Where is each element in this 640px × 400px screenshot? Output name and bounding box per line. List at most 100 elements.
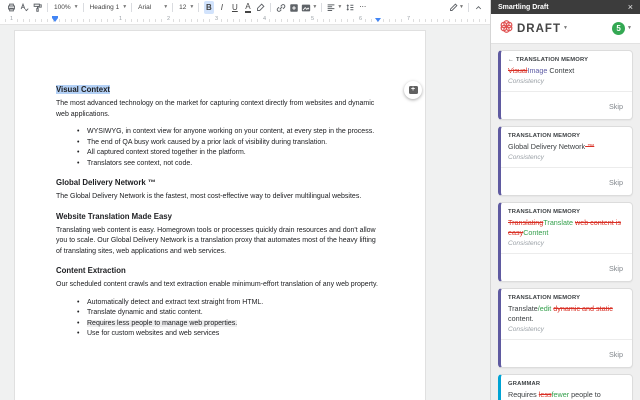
paragraph-style-select[interactable]: Heading 1 ▼ [87, 1, 129, 14]
document-canvas: Visual Context The most advanced technolo… [0, 25, 490, 400]
doc-heading: Website Translation Made Easy [56, 212, 381, 221]
collapse-toolbar-button[interactable] [472, 1, 485, 14]
back-arrow-icon: ← [508, 57, 514, 63]
doc-bullet-item: Requires less people to manage web prope… [77, 319, 381, 330]
app-window: 100% ▼ Heading 1 ▼ Arial ▼ 12 ▼ B I U A [0, 0, 640, 400]
spell-check-button[interactable] [18, 1, 31, 14]
ruler-number: 7 [405, 16, 413, 22]
text-segment: Translators see context, not code. [87, 159, 193, 167]
font-select[interactable]: Arial ▼ [135, 1, 169, 14]
image-icon [301, 3, 311, 13]
suggestion-card[interactable]: ← TRANSLATION MEMORY VisualImage Context Co… [498, 50, 633, 120]
close-icon[interactable]: × [628, 2, 633, 12]
doc-bullet-item: Automatically detect and extract text st… [77, 298, 381, 309]
text-segment: content. [508, 314, 534, 324]
doc-bullet-item: Translators see context, not code. [77, 159, 381, 170]
suggestion-category: TRANSLATION MEMORY [508, 132, 581, 139]
left-margin-marker[interactable] [52, 18, 58, 25]
skip-button[interactable]: Skip [609, 178, 623, 187]
line-spacing-button[interactable] [343, 1, 356, 14]
suggestion-note: Consistency [508, 240, 544, 248]
suggestion-card[interactable]: TRANSLATION MEMORY TranslatingTranslate w… [498, 201, 633, 282]
document-page[interactable]: Visual Context The most advanced technolo… [14, 30, 426, 400]
ruler-number: 3 [213, 16, 221, 22]
smartling-sidebar: Smartling Draft × DRAFT ▼ 5 ▼ ← TRANSLATI… [490, 0, 640, 400]
text-color-button[interactable]: A [241, 1, 254, 14]
doc-bullet-list: Automatically detect and extract text st… [56, 298, 381, 340]
italic-icon: I [220, 3, 223, 12]
more-options-button[interactable]: ⋯ [356, 1, 369, 14]
skip-button[interactable]: Skip [609, 102, 623, 111]
chevron-down-icon: ▼ [459, 4, 464, 10]
doc-heading: Visual Context [56, 85, 381, 94]
chevron-down-icon: ▼ [312, 4, 318, 10]
suggestion-text: Global Delivery Network ™ [508, 142, 625, 152]
suggestion-category: GRAMMAR [508, 381, 541, 388]
suggestion-category: TRANSLATION MEMORY [508, 294, 581, 301]
bold-button[interactable]: B [202, 1, 215, 14]
text-segment: Translate dynamic and static content. [87, 309, 203, 316]
editing-mode-button[interactable]: ▼ [448, 1, 465, 14]
paint-format-button[interactable] [31, 1, 44, 14]
ruler-number: 1 [8, 16, 16, 22]
text-segment: All captured context stored together in … [87, 149, 246, 156]
line-spacing-icon [345, 3, 355, 12]
ruler-number: 1 [117, 16, 125, 22]
suggestion-card[interactable]: TRANSLATION MEMORY Translate/edit dynamic… [498, 287, 633, 369]
underline-button[interactable]: U [228, 1, 241, 14]
align-button[interactable]: ▼ [325, 1, 343, 14]
doc-paragraph: The most advanced technology on the mark… [56, 99, 381, 120]
suggestion-footer: Skip [501, 90, 632, 119]
zoom-select[interactable]: 100% ▼ [51, 1, 80, 14]
paragraph-style-value: Heading 1 [89, 4, 120, 11]
font-value: Arial [138, 4, 152, 11]
text-segment: ™ [585, 141, 595, 151]
suggestion-text: TranslatingTranslate web content is easy… [508, 218, 625, 238]
text-segment: Content [523, 228, 549, 238]
toolbar-divider [131, 3, 133, 12]
italic-button[interactable]: I [215, 1, 228, 14]
suggestion-card[interactable]: GRAMMAR Requires lessfewer people to mana… [498, 374, 633, 400]
chevron-down-icon: ▼ [122, 4, 128, 10]
font-size-value: 12 [179, 4, 187, 11]
doc-paragraph: The Global Delivery Network is the faste… [56, 192, 381, 203]
paint-format-icon [33, 3, 42, 12]
suggestion-category: TRANSLATION MEMORY [508, 208, 581, 215]
text-segment: Translating [508, 217, 544, 227]
skip-button[interactable]: Skip [609, 264, 623, 273]
suggestion-text: Translate/edit dynamic and static conten… [508, 304, 625, 324]
text-segment: Content Extraction [56, 266, 126, 275]
print-button[interactable] [5, 1, 18, 14]
highlight-color-button[interactable] [254, 1, 267, 14]
text-segment: Global Delivery Network [508, 141, 586, 151]
suggestion-list: ← TRANSLATION MEMORY VisualImage Context Co… [491, 44, 640, 400]
insert-image-button[interactable]: ▼ [300, 1, 318, 14]
ruler-number: 2 [165, 16, 173, 22]
text-segment: Our scheduled content crawls and text ex… [56, 281, 378, 288]
toolbar-divider [82, 3, 84, 12]
text-segment: Translating web content is easy. Homegro… [56, 226, 376, 255]
add-comment-button[interactable]: + [404, 81, 422, 99]
skip-button[interactable]: Skip [609, 350, 623, 359]
ruler[interactable]: 1 1 2 3 4 5 6 7 [0, 15, 490, 25]
suggestion-text: Requires lessfewer people to manage web … [508, 390, 625, 400]
chevron-down-icon: ▼ [73, 4, 79, 10]
suggestion-text: VisualImage Context [508, 66, 625, 76]
doc-heading: Global Delivery Network ™ [56, 178, 381, 187]
suggestion-category: ← TRANSLATION MEMORY [508, 57, 589, 63]
insert-link-button[interactable] [274, 1, 287, 14]
text-segment: Automatically detect and extract text st… [87, 298, 264, 306]
underline-icon: U [231, 3, 238, 12]
chevron-down-icon[interactable]: ▼ [627, 26, 632, 31]
text-segment: Translate [508, 303, 538, 313]
toolbar-divider [270, 3, 272, 12]
chevron-down-icon[interactable]: ▼ [563, 26, 568, 31]
right-margin-marker[interactable] [375, 18, 381, 25]
add-comment-toolbar-button[interactable] [287, 1, 300, 14]
text-segment: Image [527, 66, 548, 75]
doc-bullet-item: Use for custom websites and web services [77, 329, 381, 340]
font-size-select[interactable]: 12 ▼ [176, 1, 195, 14]
doc-bullet-list: WYSIWYG, in context view for anyone work… [56, 127, 381, 169]
ruler-number: 4 [261, 16, 269, 22]
suggestion-card[interactable]: TRANSLATION MEMORY Global Delivery Networ… [498, 125, 633, 196]
